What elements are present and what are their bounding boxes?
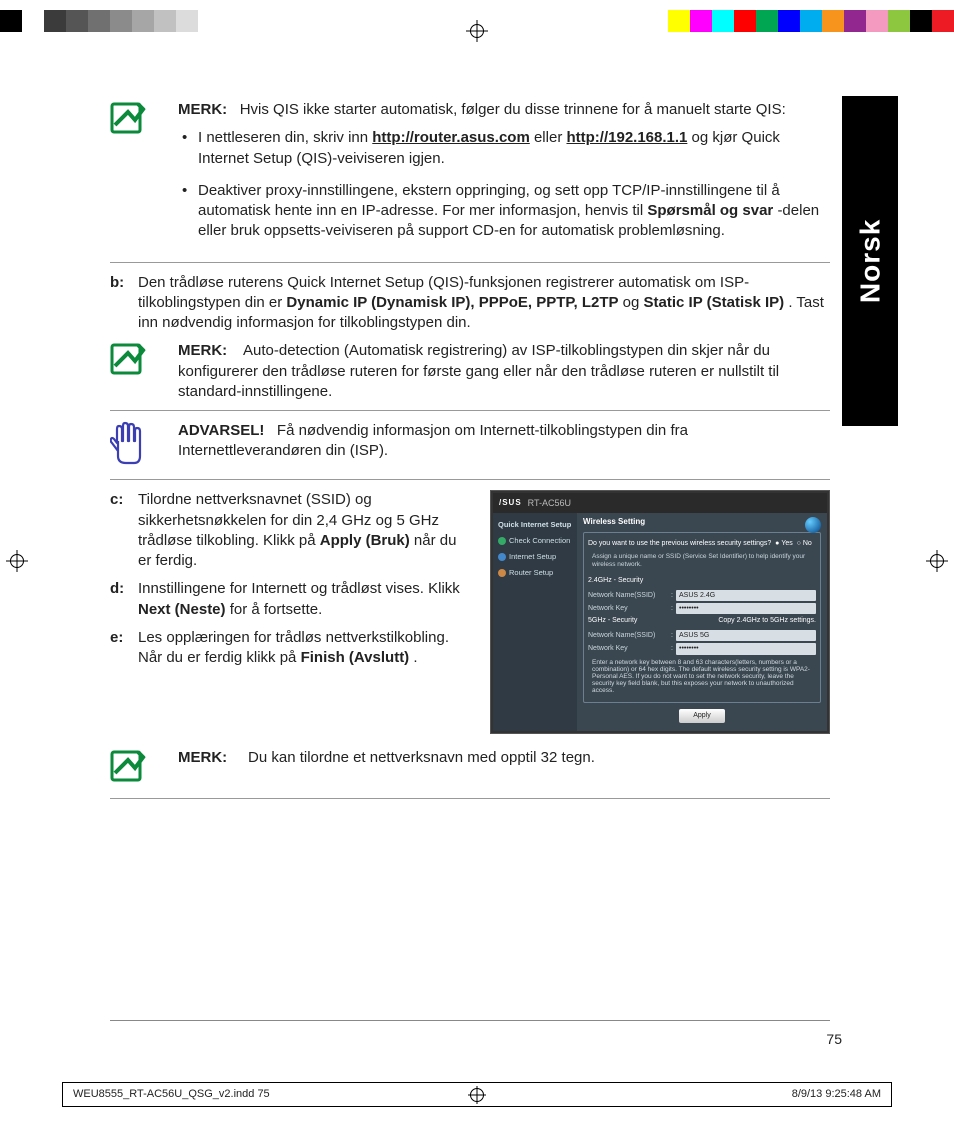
note-icon [110, 748, 152, 790]
step-e: e: Les opplæringen for trådløs nettverks… [110, 628, 470, 669]
registration-mark-icon [466, 20, 488, 42]
bullet-item: I nettleseren din, skriv inn http://rout… [178, 128, 830, 169]
note-label: MERK: [178, 749, 227, 766]
key-24-value: •••••••• [676, 603, 816, 614]
note-label: MERK: [178, 342, 227, 359]
warning-block: ADVARSEL! Få nødvendig informasjon om In… [110, 421, 830, 480]
note-icon [110, 341, 152, 402]
key-5-value: •••••••• [676, 643, 816, 654]
registration-mark-icon [468, 1086, 486, 1104]
slug-filename: WEU8555_RT-AC56U_QSG_v2.indd 75 [73, 1087, 270, 1102]
warning-label: ADVARSEL! [178, 422, 264, 439]
note-block: MERK: Hvis QIS ikke starter automatisk, … [110, 100, 830, 263]
sidebar-head: Quick Internet Setup [493, 517, 577, 532]
ssid-24-value: ASUS 2.4G [676, 590, 816, 601]
router-model: RT-AC56U [528, 497, 571, 509]
step-label: b: [110, 273, 128, 334]
language-tab-label: Norsk [851, 219, 889, 303]
router-sidebar: Quick Internet Setup Check Connection In… [493, 513, 577, 731]
note-icon [110, 100, 152, 254]
sidebar-item: Router Setup [493, 565, 577, 581]
slug-timestamp: 8/9/13 9:25:48 AM [792, 1087, 881, 1102]
print-slug: WEU8555_RT-AC56U_QSG_v2.indd 75 8/9/13 9… [62, 1082, 892, 1107]
sidebar-item: Internet Setup [493, 549, 577, 565]
step-b: b: Den trådløse ruterens Quick Internet … [110, 273, 830, 334]
url-link: http://router.asus.com [372, 129, 530, 146]
panel-note: Enter a network key between 8 and 63 cha… [588, 657, 816, 697]
router-ui-screenshot: /SUS RT-AC56U Quick Internet Setup Check… [490, 490, 830, 734]
panel-desc: Assign a unique name or SSID (Service Se… [592, 553, 812, 571]
apply-button: Apply [679, 709, 725, 722]
panel-title: Wireless Setting [583, 517, 821, 528]
bullet-item: Deaktiver proxy-innstillingene, ekstern … [178, 181, 830, 242]
asus-logo: /SUS [499, 498, 522, 509]
registration-mark-icon [926, 550, 948, 572]
note-text: Du kan tilordne et nettverksnavn med opp… [248, 749, 595, 766]
url-link: http://192.168.1.1 [566, 129, 687, 146]
home-icon [805, 517, 821, 533]
page-number: 75 [826, 1030, 842, 1049]
section-5ghz: 5GHz - Security [588, 616, 637, 625]
ssid-5-value: ASUS 5G [676, 630, 816, 641]
note-text: Hvis QIS ikke starter automatisk, følger… [240, 101, 786, 118]
step-label: d: [110, 579, 128, 620]
warning-hand-icon [110, 421, 152, 471]
note-block: MERK: Auto-detection (Automatisk registr… [110, 341, 830, 411]
registration-mark-icon [6, 550, 28, 572]
footer-rule [110, 1020, 830, 1021]
step-d: d: Innstillingene for Internett og trådl… [110, 579, 470, 620]
note-label: MERK: [178, 101, 227, 118]
step-label: c: [110, 490, 128, 571]
step-c: c: Tilordne nettverksnavnet (SSID) og si… [110, 490, 470, 571]
note-block: MERK: Du kan tilordne et nettverksnavn m… [110, 748, 830, 799]
step-label: e: [110, 628, 128, 669]
language-tab: Norsk [842, 96, 898, 426]
note-text: Auto-detection (Automatisk registrering)… [178, 342, 779, 400]
sidebar-item: Check Connection [493, 533, 577, 549]
print-color-bar [0, 10, 954, 32]
section-24ghz: 2.4GHz - Security [588, 576, 816, 585]
